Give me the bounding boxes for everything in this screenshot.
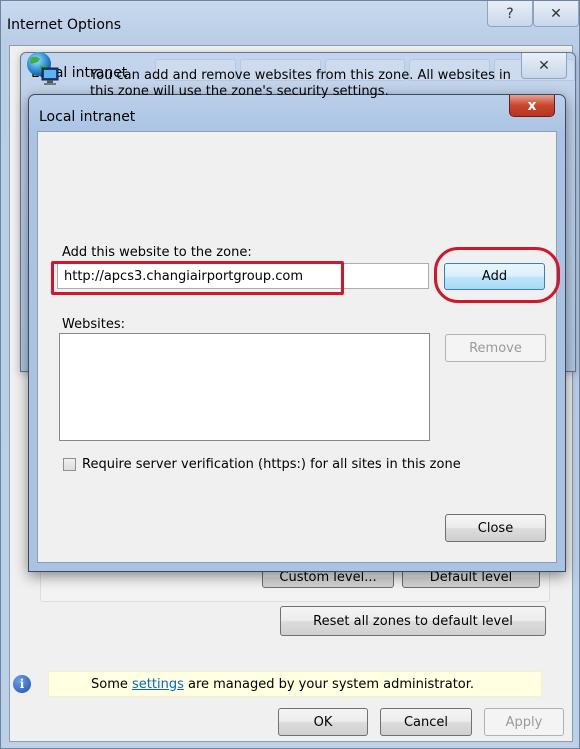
close-icon: ✕ [550,5,562,22]
settings-link[interactable]: settings [132,677,184,692]
require-https-checkbox[interactable] [63,458,76,471]
websites-label: Websites: [62,317,125,332]
remove-button[interactable]: Remove [445,334,546,362]
add-website-label: Add this website to the zone: [62,245,252,260]
info-suffix: are managed by your system administrator… [183,676,475,692]
window-title: Internet Options [7,17,122,33]
require-https-label[interactable]: Require server verification (https:) for… [82,457,461,472]
websites-list[interactable] [59,333,430,441]
info-icon: i [13,675,31,693]
url-highlight-annotation [51,261,344,295]
close-button[interactable]: Close [445,514,546,542]
reset-all-zones-button[interactable]: Reset all zones to default level [280,606,546,636]
help-icon: ? [506,5,514,22]
window-close-button[interactable]: ✕ [533,1,579,27]
close-icon: ✕ [538,57,550,74]
info-text: Some settings are managed by your system… [91,677,474,692]
dialog-description: You can add and remove websites from thi… [90,68,511,99]
globe-computer-icon [27,52,59,85]
add-button-highlight-annotation [434,247,560,303]
cancel-button[interactable]: Cancel [380,708,472,736]
dialog-title: Local intranet [39,109,136,125]
admin-info-bar: i Some settings are managed by your syst… [13,671,542,697]
apply-button[interactable]: Apply [484,708,564,736]
ok-button[interactable]: OK [278,708,368,736]
help-button[interactable]: ? [487,1,533,27]
info-prefix: Some [91,676,132,692]
